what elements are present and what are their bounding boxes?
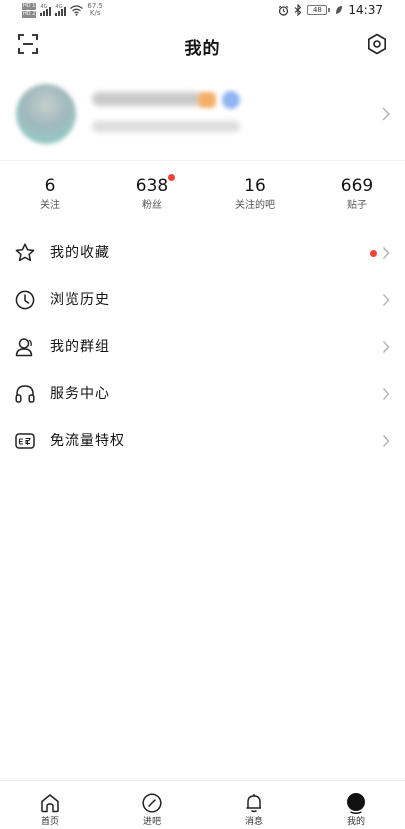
settings-icon[interactable]: [365, 32, 389, 56]
sim-indicators: HD 1 HD 2: [22, 2, 37, 18]
stat-posts[interactable]: 669 贴子: [307, 174, 405, 213]
network-speed-unit: K/s: [89, 9, 101, 17]
avatar[interactable]: [16, 84, 76, 144]
nav-profile[interactable]: 我的: [321, 781, 391, 829]
level-badge: [198, 92, 216, 108]
signal-1-icon: 4G: [40, 3, 52, 16]
clock-time: 14:37: [348, 3, 383, 17]
stats-row: 6 关注 638 粉丝 16 关注的吧 669 贴子: [0, 174, 405, 220]
nav-label: 首页: [40, 817, 59, 827]
stat-following[interactable]: 6 关注: [0, 174, 100, 213]
nav-home[interactable]: 首页: [15, 781, 85, 829]
chevron-right-icon: [382, 435, 390, 447]
nav-messages[interactable]: 消息: [219, 781, 289, 829]
network-type-1: 4G: [40, 3, 48, 10]
profile-description-blurred: [92, 121, 240, 132]
menu-item-label: 浏览历史: [50, 292, 110, 308]
chevron-right-icon: [382, 388, 390, 400]
nav-label: 消息: [244, 817, 263, 827]
menu-item-history[interactable]: 浏览历史: [0, 277, 405, 324]
nav-label: 进吧: [142, 817, 161, 827]
status-bar: HD 1 HD 2 4G 4G 67.5 K/s 48 14:37: [0, 0, 405, 20]
verified-badge: [222, 91, 240, 109]
app-header: 我的: [0, 26, 405, 62]
bottom-nav: 首页 进吧 消息 我的: [0, 780, 405, 829]
compass-icon: [142, 793, 162, 813]
menu-item-label: 我的群组: [50, 339, 110, 355]
chevron-right-icon: [382, 294, 390, 306]
menu-item-service-center[interactable]: 服务中心: [0, 371, 405, 418]
page-title: 我的: [184, 39, 221, 59]
bell-icon: [246, 794, 261, 813]
stat-followed-bars[interactable]: 16 关注的吧: [205, 174, 305, 213]
sim1-badge: HD 1: [22, 2, 37, 10]
nav-label: 我的: [346, 817, 365, 827]
section-divider: [0, 160, 405, 161]
stat-value: 669: [340, 176, 374, 196]
stat-value: 6: [44, 176, 56, 196]
stat-label: 贴子: [347, 200, 367, 211]
network-type-2: 4G: [55, 3, 63, 10]
stat-label: 关注的吧: [235, 200, 275, 211]
chevron-right-icon: [382, 247, 390, 259]
headset-icon: [15, 385, 35, 403]
wifi-icon: [70, 4, 84, 16]
chevron-right-icon: [382, 341, 390, 353]
menu-item-groups[interactable]: 我的群组: [0, 324, 405, 371]
alarm-icon: [279, 5, 289, 16]
profile-card[interactable]: [0, 74, 405, 158]
clock-icon: [15, 290, 35, 310]
notification-dot: [370, 250, 377, 257]
menu-item-label: 服务中心: [50, 386, 110, 402]
menu-item-free-data[interactable]: 免流量特权: [0, 418, 405, 465]
stat-value: 16: [244, 176, 266, 196]
battery-icon: 48: [307, 5, 331, 15]
star-icon: [15, 243, 35, 262]
menu-item-label: 我的收藏: [50, 245, 110, 261]
stat-fans[interactable]: 638 粉丝: [102, 174, 202, 213]
battery-level: 48: [307, 5, 328, 15]
bluetooth-icon: [295, 4, 302, 16]
profile-name-blurred: [92, 92, 202, 106]
nav-explore[interactable]: 进吧: [117, 781, 187, 829]
menu-list: 我的收藏 浏览历史 我的群组 服务中心 免流量特权: [0, 230, 405, 465]
free-data-icon: [15, 433, 35, 449]
notification-dot: [168, 174, 175, 181]
chevron-right-icon: [382, 107, 391, 121]
stat-label: 关注: [40, 200, 60, 211]
stat-label: 粉丝: [142, 200, 162, 211]
menu-item-label: 免流量特权: [50, 433, 125, 449]
sim2-badge: HD 2: [22, 10, 37, 18]
profile-filled-icon: [347, 793, 365, 814]
signal-2-icon: 4G: [55, 3, 67, 16]
user-icon: [15, 338, 33, 357]
status-right: 48 14:37: [278, 0, 383, 20]
stat-value: 638: [135, 176, 169, 196]
home-icon: [41, 794, 59, 813]
status-left: HD 1 HD 2 4G 4G 67.5 K/s: [22, 0, 103, 20]
leaf-icon: [336, 6, 343, 14]
network-speed: 67.5 K/s: [87, 3, 103, 17]
menu-item-favorites[interactable]: 我的收藏: [0, 230, 405, 277]
